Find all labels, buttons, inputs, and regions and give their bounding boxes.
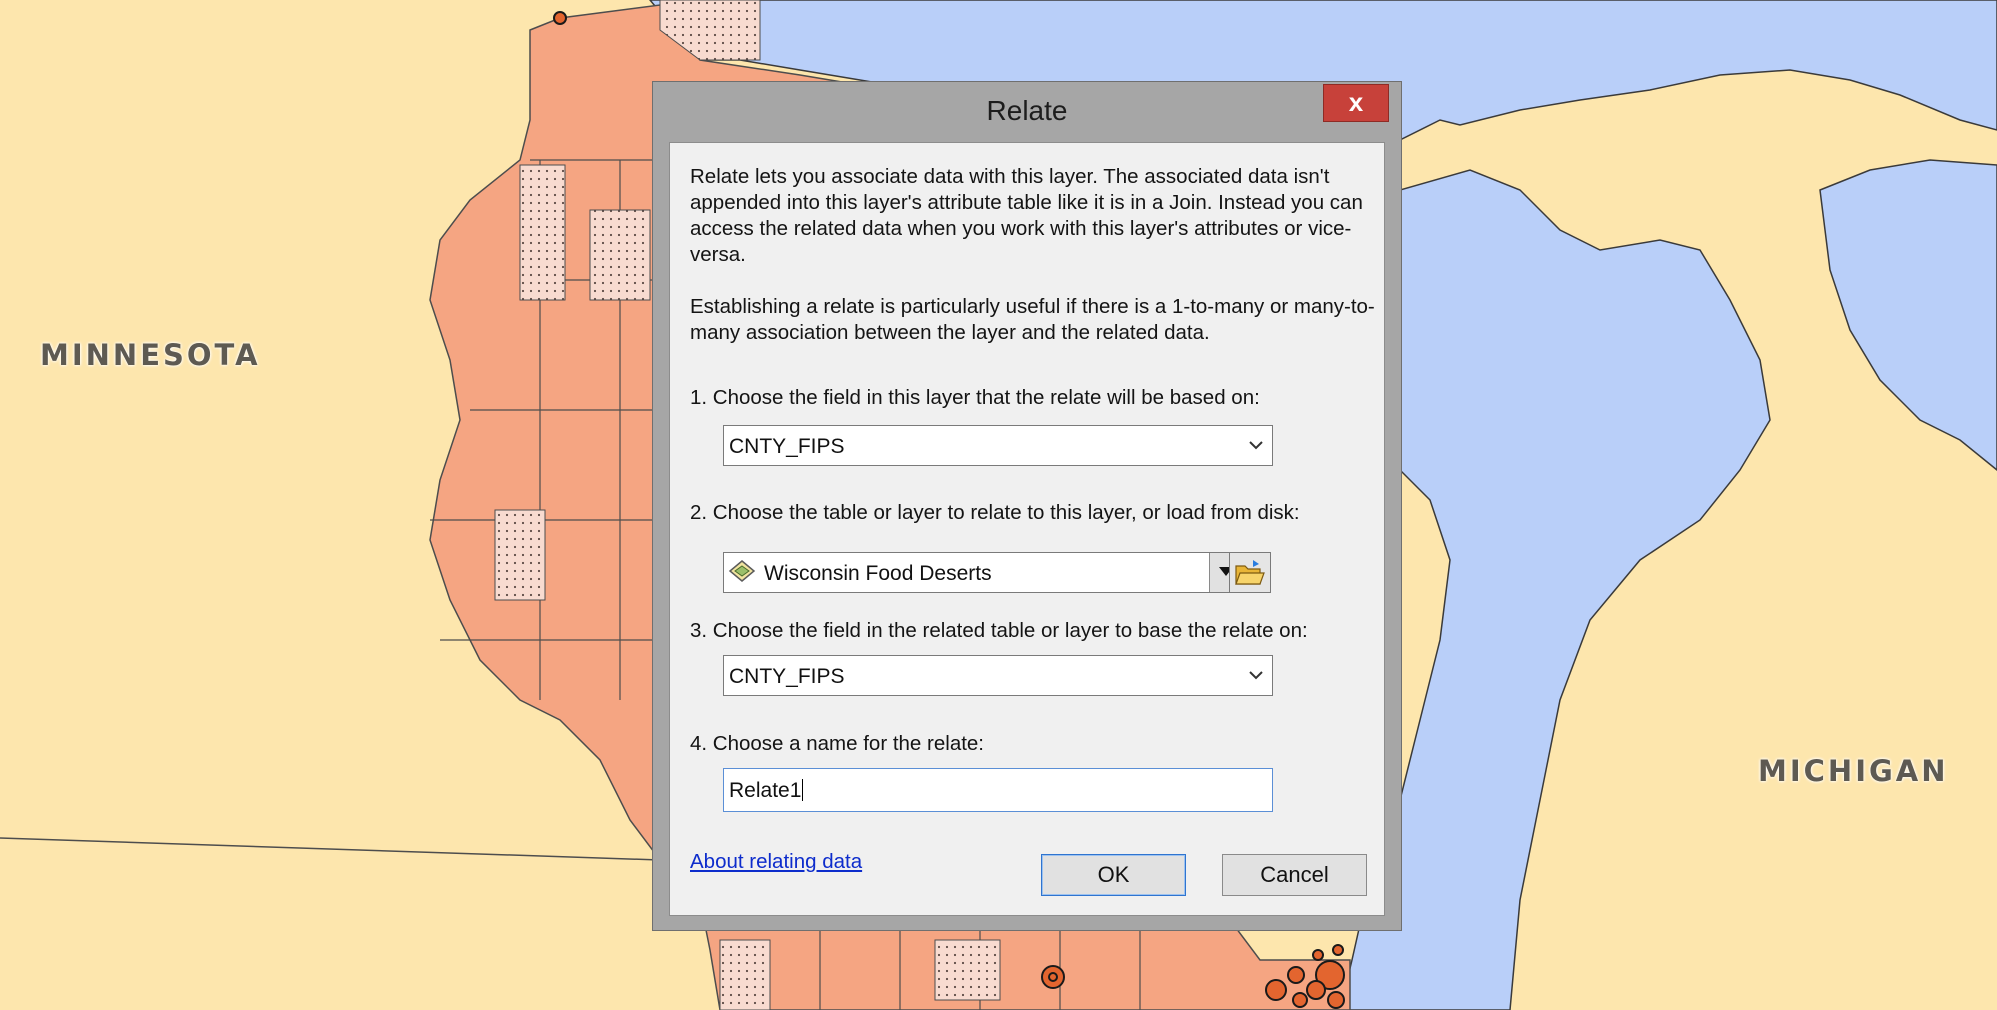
step2-label: 2. Choose the table or layer to relate t… xyxy=(690,501,1300,524)
related-table-value: Wisconsin Food Deserts xyxy=(764,562,992,585)
open-folder-icon xyxy=(1235,560,1265,585)
step3-label: 3. Choose the field in the related table… xyxy=(690,619,1308,642)
text-caret xyxy=(802,779,804,801)
chevron-down-icon xyxy=(1249,441,1263,450)
relate-name-input[interactable]: Relate1 xyxy=(723,768,1273,812)
relate-dialog: Relate x Relate lets you associate data … xyxy=(652,81,1402,931)
lake-huron xyxy=(1819,159,1997,471)
layer-field-dropdown[interactable]: CNTY_FIPS xyxy=(723,425,1273,466)
food-desert-area xyxy=(934,939,1001,1001)
description-paragraph-relate: Establishing a relate is particularly us… xyxy=(690,295,1375,344)
description-paragraph: Relate lets you associate data with this… xyxy=(690,165,1363,266)
browse-folder-button[interactable] xyxy=(1229,552,1271,593)
step4-label: 4. Choose a name for the relate: xyxy=(690,732,985,755)
polygon-layer-icon xyxy=(728,560,756,582)
food-desert-area xyxy=(719,939,771,1010)
dialog-body: Relate lets you associate data with this… xyxy=(669,142,1385,916)
about-relating-data-link[interactable]: About relating data xyxy=(690,850,862,874)
map-label-minnesota: MINNESOTA xyxy=(40,338,261,372)
close-button[interactable]: x xyxy=(1323,84,1389,122)
food-desert-area xyxy=(519,164,566,301)
chevron-down-icon xyxy=(1249,671,1263,680)
dialog-titlebar[interactable]: Relate x xyxy=(653,82,1401,139)
close-icon: x xyxy=(1348,87,1364,117)
food-desert-area xyxy=(494,509,546,601)
step1-label: 1. Choose the field in this layer that t… xyxy=(690,386,1260,409)
related-field-dropdown[interactable]: CNTY_FIPS xyxy=(723,655,1273,696)
ok-button[interactable]: OK xyxy=(1041,854,1186,896)
dialog-title: Relate xyxy=(986,95,1068,126)
cancel-button[interactable]: Cancel xyxy=(1222,854,1367,896)
related-table-dropdown[interactable]: Wisconsin Food Deserts xyxy=(723,552,1243,593)
layer-field-value: CNTY_FIPS xyxy=(729,435,845,458)
food-desert-area xyxy=(589,209,651,301)
relate-name-value: Relate1 xyxy=(729,779,802,802)
map-label-michigan: MICHIGAN xyxy=(1758,754,1949,788)
related-field-value: CNTY_FIPS xyxy=(729,665,845,688)
